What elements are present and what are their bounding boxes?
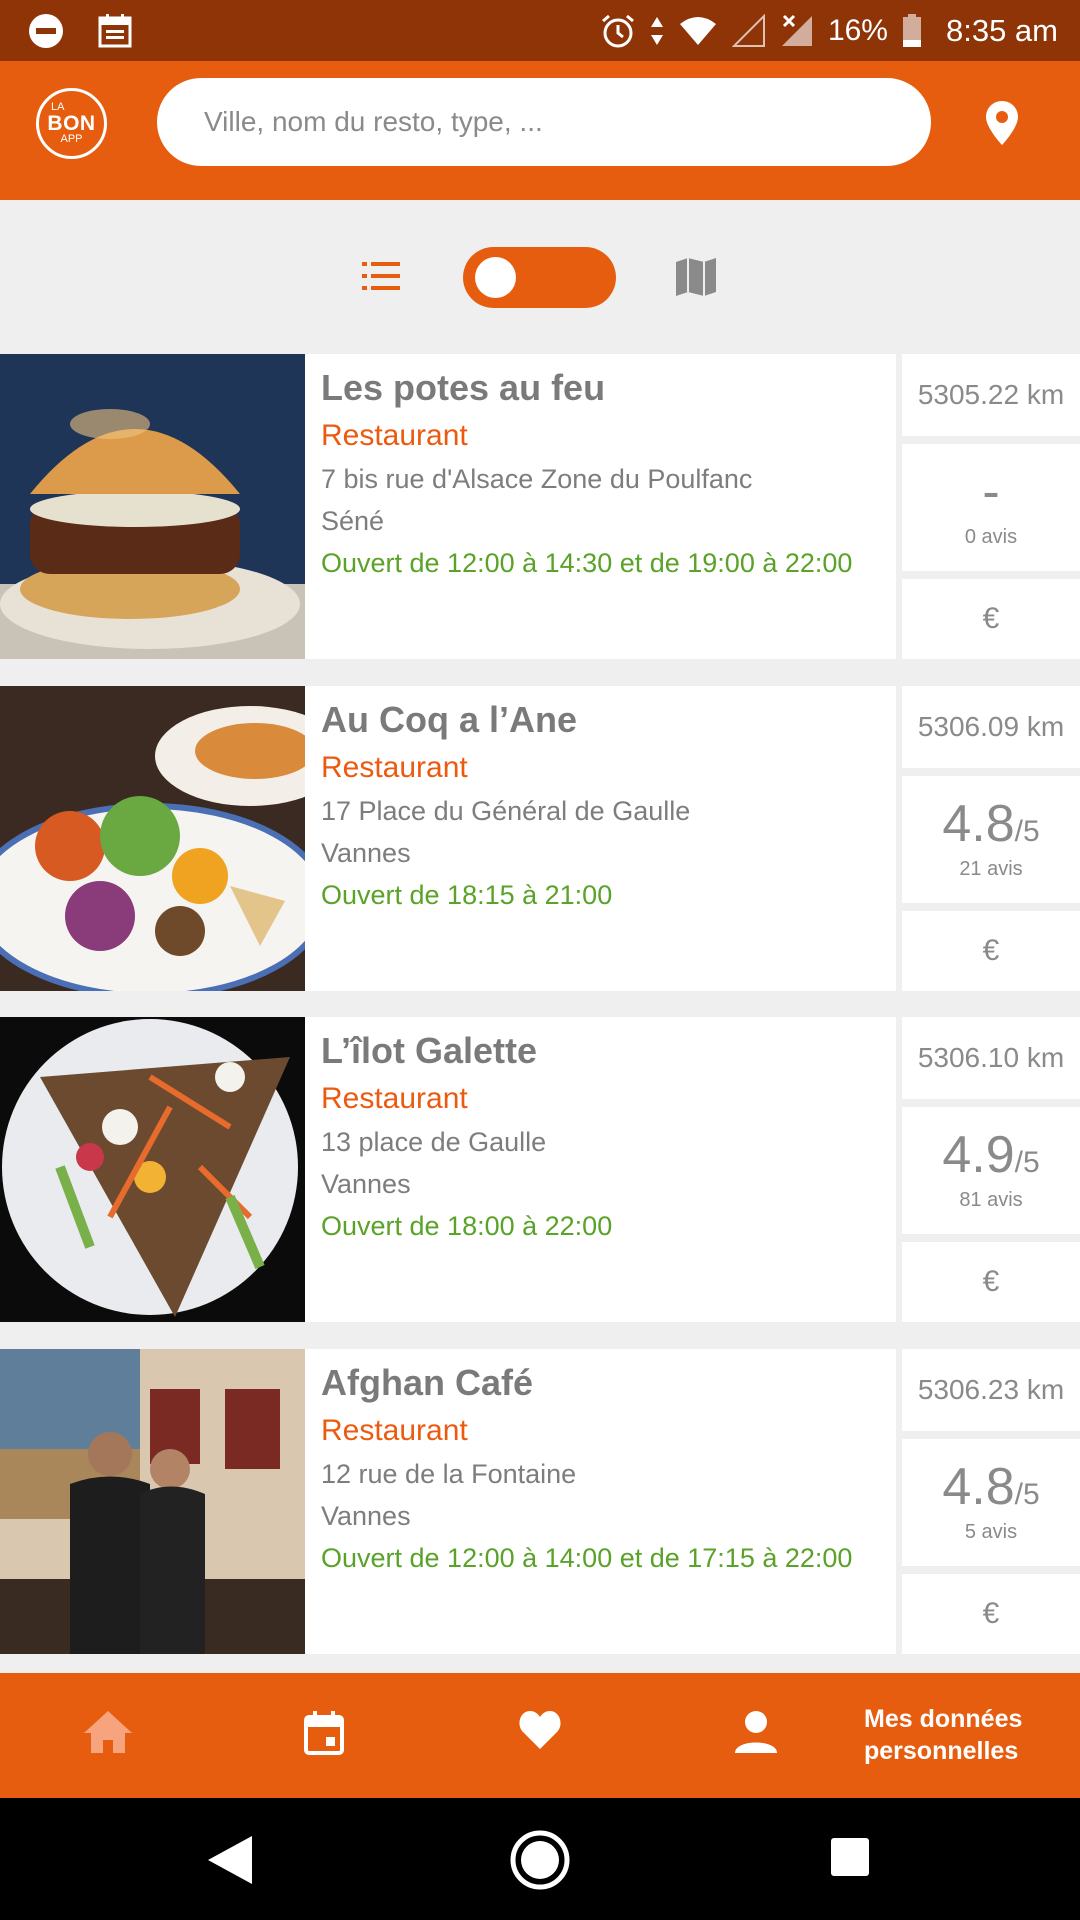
review-count: 81 avis [959,1189,1023,1211]
back-icon[interactable] [208,1836,252,1884]
battery-percent: 16% [827,13,888,47]
restaurant-stats: 5305.22 km - 0 avis € [902,354,1080,659]
restaurant-photo [0,686,305,991]
restaurant-rating: 4.8/5 21 avis [902,776,1080,903]
alarm-icon [601,14,634,47]
restaurant-stats: 5306.23 km 4.8/5 5 avis € [902,1349,1080,1654]
home-button-icon[interactable] [510,1830,570,1890]
restaurant-card[interactable]: Les potes au feu Restaurant 7 bis rue d'… [0,354,1080,659]
restaurant-name: Les potes au feu [321,367,606,408]
restaurant-stats: 5306.09 km 4.8/5 21 avis € [902,686,1080,991]
search-input[interactable] [157,78,931,166]
do-not-disturb-icon [29,13,63,48]
rating-score: - [982,466,999,518]
restaurant-type: Restaurant [321,1082,468,1115]
restaurant-address: 17 Place du Général de Gaulle [321,796,691,826]
rating-score: 4.8/5 [942,1461,1039,1513]
restaurant-hours: Ouvert de 12:00 à 14:30 et de 19:00 à 22… [321,548,853,578]
restaurant-stats: 5306.10 km 4.9/5 81 avis € [902,1017,1080,1322]
recents-icon[interactable] [831,1838,869,1876]
bottom-nav: Mes données personnelles [0,1673,1080,1798]
rating-out-of: /5 [1014,815,1040,848]
location-pin-icon[interactable] [986,101,1018,145]
restaurant-hours: Ouvert de 18:00 à 22:00 [321,1211,613,1241]
personal-data-label-2: personnelles [864,1737,1019,1765]
restaurant-info: Au Coq a l’Ane Restaurant 17 Place du Gé… [305,686,896,991]
restaurant-hours: Ouvert de 18:15 à 21:00 [321,880,613,910]
review-count: 21 avis [959,858,1023,880]
rating-value: - [982,463,1000,521]
app-logo[interactable]: LA BON APP [36,88,107,159]
heart-icon[interactable] [519,1711,561,1749]
restaurant-price: € [902,1242,1080,1322]
restaurant-rating: 4.9/5 81 avis [902,1107,1080,1234]
restaurant-price: € [902,1574,1080,1654]
map-icon[interactable] [676,258,716,296]
restaurant-info: Afghan Café Restaurant 12 rue de la Font… [305,1349,896,1654]
list-map-toggle[interactable] [463,247,616,308]
personal-data-link[interactable]: Mes données personnelles [864,1703,1022,1767]
rating-out-of: /5 [1014,1146,1040,1179]
rating-out-of: /5 [1014,1478,1040,1511]
signal-icon [731,13,765,47]
restaurant-rating: 4.8/5 5 avis [902,1439,1080,1566]
rating-score: 4.9/5 [942,1129,1039,1181]
wifi-icon [679,16,716,45]
restaurant-distance: 5306.10 km [902,1017,1080,1099]
logo-text-2: BON [47,112,96,135]
rating-value: 4.8 [942,795,1015,853]
app-bar: LA BON APP [0,61,1080,200]
restaurant-hours: Ouvert de 12:00 à 14:00 et de 17:15 à 22… [321,1543,853,1573]
toggle-knob [475,257,516,298]
restaurant-city: Vannes [321,838,411,868]
restaurant-info: Les potes au feu Restaurant 7 bis rue d'… [305,354,896,659]
restaurant-city: Séné [321,506,385,536]
personal-data-label-1: Mes données [864,1705,1023,1733]
review-count: 5 avis [964,1521,1018,1543]
restaurant-rating: - 0 avis [902,444,1080,571]
restaurant-address: 12 rue de la Fontaine [321,1459,577,1489]
restaurant-city: Vannes [321,1501,411,1531]
restaurant-photo [0,1017,305,1322]
restaurant-type: Restaurant [321,419,468,452]
battery-icon [902,13,921,47]
logo-text-3: APP [60,133,83,145]
restaurant-card[interactable]: Au Coq a l’Ane Restaurant 17 Place du Gé… [0,686,1080,991]
restaurant-name: Au Coq a l’Ane [321,699,578,740]
restaurant-photo [0,1349,305,1654]
signal-no-service-icon [781,14,812,46]
rating-value: 4.9 [942,1126,1015,1184]
restaurant-info: L’îlot Galette Restaurant 13 place de Ga… [305,1017,896,1322]
restaurant-address: 7 bis rue d'Alsace Zone du Poulfanc [321,464,753,494]
calendar-notification-icon [98,13,132,47]
calendar-icon[interactable] [304,1711,344,1755]
restaurant-address: 13 place de Gaulle [321,1127,547,1157]
status-bar: 16% 8:35 am [0,0,1080,61]
restaurant-distance: 5305.22 km [902,354,1080,436]
restaurant-price: € [902,911,1080,991]
restaurant-type: Restaurant [321,1414,468,1447]
rating-score: 4.8/5 [942,798,1039,850]
restaurant-name: L’îlot Galette [321,1030,538,1071]
restaurant-distance: 5306.09 km [902,686,1080,768]
restaurant-name: Afghan Café [321,1362,534,1403]
rating-value: 4.8 [942,1458,1015,1516]
review-count: 0 avis [964,526,1018,548]
restaurant-price: € [902,579,1080,659]
clock: 8:35 am [945,12,1058,48]
restaurant-type: Restaurant [321,751,468,784]
data-arrows-icon [650,16,663,45]
home-icon[interactable] [84,1711,132,1753]
restaurant-distance: 5306.23 km [902,1349,1080,1431]
view-toggle-bar [0,200,1080,354]
restaurant-card[interactable]: Afghan Café Restaurant 12 rue de la Font… [0,1349,1080,1654]
system-nav-bar [0,1798,1080,1920]
list-icon[interactable] [362,260,400,292]
restaurant-photo [0,354,305,659]
restaurant-card[interactable]: L’îlot Galette Restaurant 13 place de Ga… [0,1017,1080,1322]
person-icon[interactable] [735,1711,777,1753]
restaurant-city: Vannes [321,1169,411,1199]
